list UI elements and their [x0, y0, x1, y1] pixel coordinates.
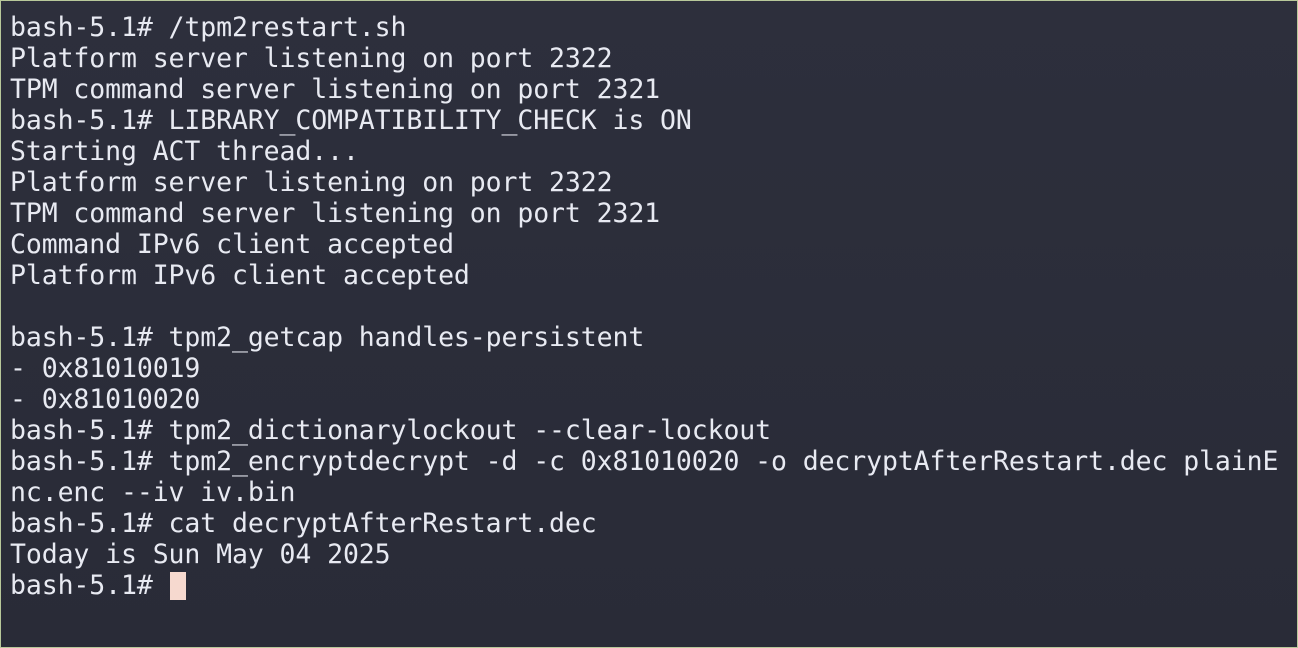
terminal-line: - 0x81010019	[10, 353, 201, 384]
terminal-line: Command IPv6 client accepted	[10, 229, 454, 260]
terminal-line: bash-5.1# LIBRARY_COMPATIBILITY_CHECK is…	[10, 105, 692, 136]
terminal-line: bash-5.1# tpm2_getcap handles-persistent	[10, 322, 645, 353]
terminal-line: - 0x81010020	[10, 384, 201, 415]
current-prompt-line[interactable]: bash-5.1#	[10, 570, 1297, 601]
terminal-line: Starting ACT thread...	[10, 136, 359, 167]
terminal-line: TPM command server listening on port 232…	[10, 198, 661, 229]
terminal-line: Platform IPv6 client accepted	[10, 260, 470, 291]
prompt-text: bash-5.1#	[10, 570, 169, 601]
terminal-line: Platform server listening on port 2322	[10, 167, 613, 198]
terminal-line: bash-5.1# tpm2_encryptdecrypt -d -c 0x81…	[10, 446, 1279, 477]
text-cursor	[169, 571, 186, 600]
terminal-line: bash-5.1# cat decryptAfterRestart.dec	[10, 508, 597, 539]
terminal-line: nc.enc --iv iv.bin	[10, 477, 296, 508]
terminal-line: Today is Sun May 04 2025	[10, 539, 391, 570]
terminal-line: bash-5.1# tpm2_dictionarylockout --clear…	[10, 415, 772, 446]
terminal-window[interactable]: bash-5.1# /tpm2restart.sh Platform serve…	[0, 0, 1298, 648]
terminal-line: TPM command server listening on port 232…	[10, 74, 661, 105]
terminal-line: bash-5.1# /tpm2restart.sh	[10, 12, 407, 43]
terminal-line: Platform server listening on port 2322	[10, 43, 613, 74]
